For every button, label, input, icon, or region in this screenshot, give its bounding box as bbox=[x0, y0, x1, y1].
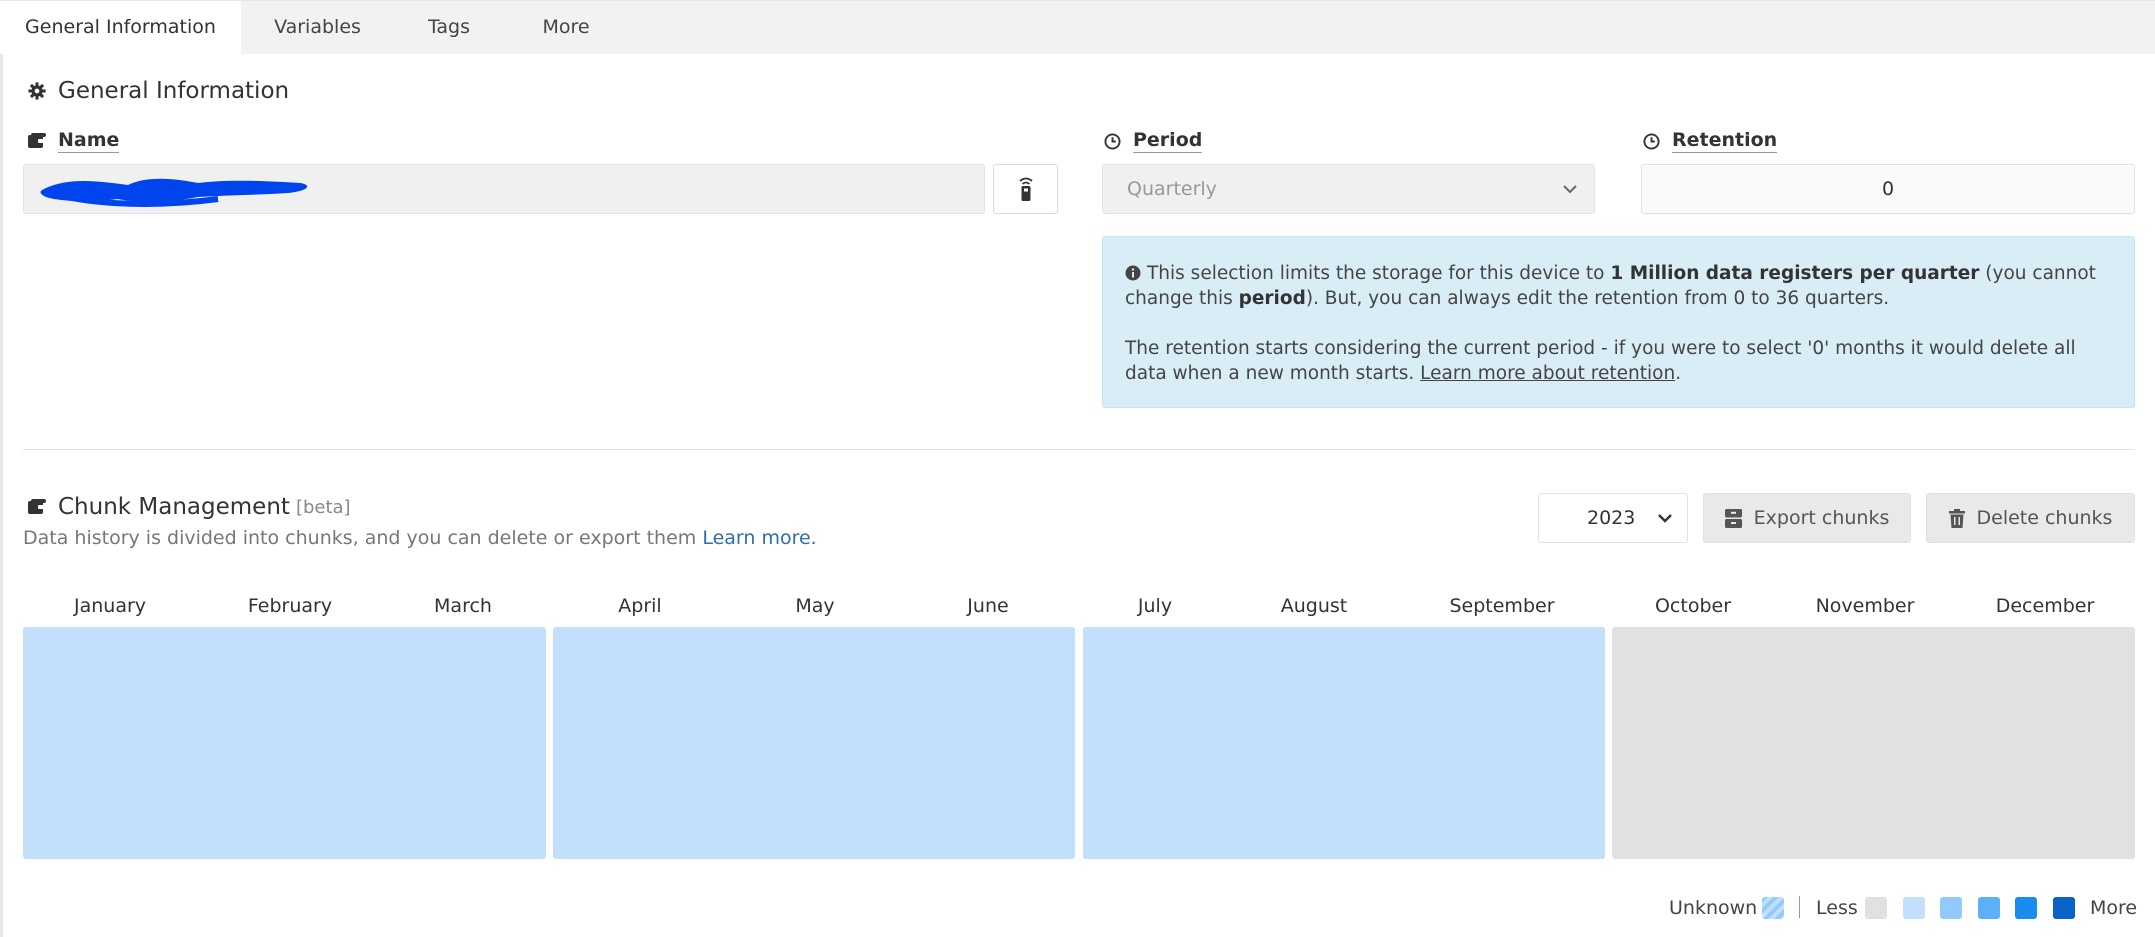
name-input[interactable] bbox=[23, 164, 985, 214]
chunk-q4[interactable] bbox=[1612, 627, 2135, 859]
month-label-september: September bbox=[1449, 595, 1555, 617]
legend-swatch-0 bbox=[1865, 897, 1887, 919]
chevron-down-icon bbox=[1563, 185, 1577, 194]
legend-unknown-label: Unknown bbox=[1669, 897, 1758, 919]
legend-separator bbox=[1799, 896, 1800, 918]
month-label-february: February bbox=[247, 595, 333, 617]
chevron-down-icon bbox=[1658, 514, 1672, 523]
tab-more[interactable]: More bbox=[504, 1, 628, 55]
period-label: Period bbox=[1104, 129, 1203, 153]
period-label-text: Period bbox=[1133, 129, 1203, 153]
month-label-march: March bbox=[434, 595, 492, 617]
tab-tags[interactable]: Tags bbox=[394, 1, 504, 55]
year-select-value: 2023 bbox=[1587, 507, 1636, 529]
export-chunks-label: Export chunks bbox=[1753, 507, 1890, 529]
device-token-button[interactable] bbox=[993, 164, 1058, 214]
legend-swatch-5 bbox=[2053, 897, 2075, 919]
legend-less-label: Less bbox=[1816, 897, 1858, 919]
chunk-management-subtitle: Data history is divided into chunks, and… bbox=[23, 527, 817, 549]
info-paragraph-2: The retention starts considering the cur… bbox=[1125, 338, 2076, 384]
tab-general-information[interactable]: General Information bbox=[0, 1, 241, 55]
retention-label: Retention bbox=[1643, 129, 1778, 153]
clock-icon bbox=[1643, 132, 1660, 150]
clock-icon bbox=[1104, 132, 1121, 150]
name-label-text: Name bbox=[58, 129, 120, 153]
legend-unknown-swatch bbox=[1762, 897, 1784, 919]
trash-icon bbox=[1948, 508, 1965, 528]
database-icon bbox=[28, 133, 46, 148]
period-select-value: Quarterly bbox=[1127, 178, 1217, 200]
month-label-july: July bbox=[1137, 595, 1173, 617]
year-select[interactable]: 2023 bbox=[1538, 493, 1688, 543]
legend-swatch-4 bbox=[2015, 897, 2037, 919]
chunk-q1[interactable] bbox=[23, 627, 546, 859]
learn-more-retention-link[interactable]: Learn more about retention bbox=[1420, 363, 1675, 384]
period-select[interactable]: Quarterly bbox=[1102, 164, 1595, 214]
legend-swatch-2 bbox=[1940, 897, 1962, 919]
chunk-management-heading: Chunk Management [beta] bbox=[28, 494, 351, 520]
tab-bar: General Information Variables Tags More bbox=[0, 0, 2155, 55]
export-chunks-button[interactable]: Export chunks bbox=[1703, 493, 1911, 543]
tab-variables[interactable]: Variables bbox=[241, 1, 394, 55]
general-information-title: General Information bbox=[58, 78, 290, 104]
name-label: Name bbox=[28, 129, 120, 153]
retention-input[interactable]: 0 bbox=[1641, 164, 2135, 214]
chunk-q3[interactable] bbox=[1083, 627, 1605, 859]
learn-more-link[interactable]: Learn more. bbox=[702, 527, 816, 549]
delete-chunks-button[interactable]: Delete chunks bbox=[1926, 493, 2135, 543]
delete-chunks-label: Delete chunks bbox=[1976, 507, 2113, 529]
month-label-june: June bbox=[967, 595, 1009, 617]
month-label-december: December bbox=[1995, 595, 2095, 617]
section-divider bbox=[23, 449, 2135, 450]
retention-label-text: Retention bbox=[1672, 129, 1778, 153]
info-circle-icon bbox=[1125, 265, 1141, 281]
info-paragraph-1: This selection limits the storage for th… bbox=[1125, 263, 2096, 309]
legend-more-label: More bbox=[2090, 897, 2138, 919]
month-label-october: October bbox=[1654, 595, 1732, 617]
chunk-q2[interactable] bbox=[553, 627, 1075, 859]
database-icon bbox=[28, 499, 46, 514]
remote-icon bbox=[1018, 177, 1033, 201]
legend-swatch-1 bbox=[1903, 897, 1925, 919]
retention-info-box: This selection limits the storage for th… bbox=[1102, 236, 2135, 408]
month-label-november: November bbox=[1815, 595, 1915, 617]
legend-swatch-3 bbox=[1978, 897, 2000, 919]
month-label-january: January bbox=[73, 595, 147, 617]
month-label-august: August bbox=[1280, 595, 1348, 617]
left-border bbox=[0, 54, 3, 937]
general-information-heading: General Information bbox=[28, 78, 289, 104]
archive-icon bbox=[1724, 508, 1742, 528]
gear-icon bbox=[28, 82, 46, 100]
beta-badge: [beta] bbox=[295, 496, 351, 518]
month-label-may: May bbox=[795, 595, 835, 617]
chunk-management-title: Chunk Management bbox=[58, 494, 290, 520]
redaction-scribble bbox=[40, 178, 308, 207]
month-label-april: April bbox=[618, 595, 662, 617]
